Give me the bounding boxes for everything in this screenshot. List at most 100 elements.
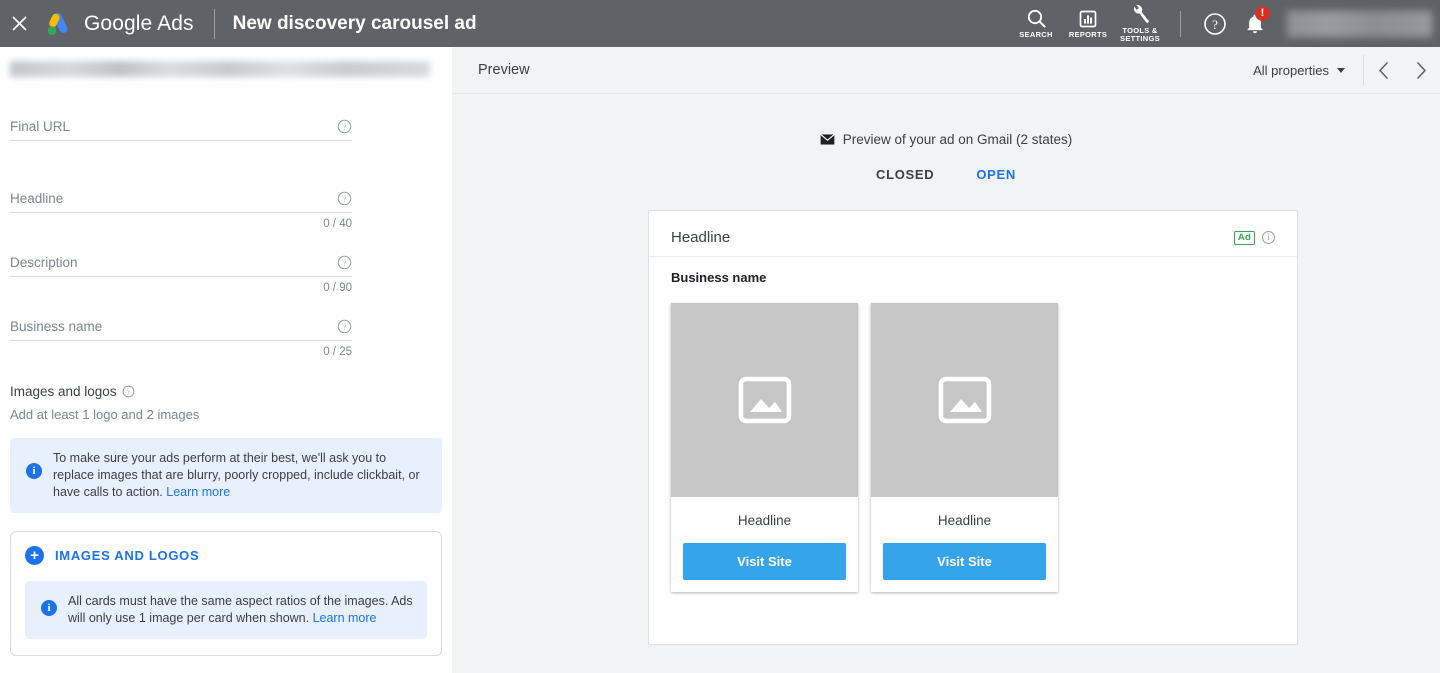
top-app-bar: Google Ads New discovery carousel ad Sea… xyxy=(0,0,1440,47)
google-ads-ad-editor: Google Ads New discovery carousel ad Sea… xyxy=(0,0,1440,673)
preview-toolbar: Preview All properties xyxy=(452,47,1440,94)
char-counter-headline: 0 / 40 xyxy=(10,218,352,230)
chevron-down-icon xyxy=(1337,68,1345,73)
carousel-card[interactable]: Headline Visit Site xyxy=(671,303,858,592)
help-question-icon[interactable]: ? xyxy=(337,191,352,206)
topbar-actions: Search Reports Tools & Settings xyxy=(1010,0,1440,47)
images-and-logos-card: + Images and logos i All cards must have… xyxy=(10,531,442,656)
svg-text:?: ? xyxy=(1212,17,1218,32)
brand-google: Google xyxy=(84,12,152,35)
search-icon xyxy=(1026,8,1047,29)
ad-badge: Ad xyxy=(1234,231,1255,245)
svg-text:?: ? xyxy=(127,389,130,396)
image-placeholder-icon xyxy=(735,370,795,430)
help-question-icon[interactable]: ? xyxy=(337,119,352,134)
aspect-ratio-notice-text: All cards must have the same aspect rati… xyxy=(68,593,415,627)
plus-circle-icon: + xyxy=(25,546,44,565)
gmail-ad-preview-card: Headline Ad i Business name Hea xyxy=(648,210,1298,645)
ad-preview-business-name: Business name xyxy=(649,257,1297,285)
carousel-card-headline: Headline xyxy=(683,513,846,528)
ad-preview-header-actions: Ad i xyxy=(1234,231,1275,245)
field-business-name[interactable]: Business name ? 0 / 25 xyxy=(10,319,352,358)
redacted-account-line xyxy=(10,61,430,77)
field-label-final-url: Final URL xyxy=(10,119,70,134)
help-button[interactable]: ? xyxy=(1195,0,1235,47)
all-properties-dropdown[interactable]: All properties xyxy=(1253,63,1363,78)
char-counter-business-name: 0 / 25 xyxy=(10,346,352,358)
field-headline[interactable]: Headline ? 0 / 40 xyxy=(10,191,352,230)
learn-more-link[interactable]: Learn more xyxy=(313,611,377,625)
reports-button[interactable]: Reports xyxy=(1062,0,1114,47)
previous-preview-button[interactable] xyxy=(1364,47,1402,94)
header-divider xyxy=(214,9,215,39)
add-images-and-logos-label: Images and logos xyxy=(55,548,199,563)
char-counter-description: 0 / 90 xyxy=(10,282,352,294)
carousel-card-cta-button[interactable]: Visit Site xyxy=(683,543,846,580)
images-and-logos-title: Images and logos xyxy=(10,384,117,399)
google-ads-logo-icon xyxy=(42,9,72,39)
svg-text:?: ? xyxy=(343,123,347,132)
info-circle-icon[interactable]: i xyxy=(1262,231,1275,244)
field-label-business-name: Business name xyxy=(10,319,102,334)
ad-form-panel: Final URL ? Headline ? 0 / 40 Descriptio… xyxy=(0,47,452,673)
preview-toolbar-actions: All properties xyxy=(1253,47,1440,94)
chevron-left-icon xyxy=(1378,62,1389,79)
search-button[interactable]: Search xyxy=(1010,0,1062,47)
preview-title: Preview xyxy=(478,62,530,78)
close-icon[interactable] xyxy=(4,0,34,47)
svg-text:?: ? xyxy=(343,259,347,268)
ad-preview-header: Headline Ad i xyxy=(649,211,1297,257)
gmail-preview-note-text: Preview of your ad on Gmail (2 states) xyxy=(843,132,1073,147)
tools-settings-button[interactable]: Tools & Settings xyxy=(1114,0,1166,47)
carousel-card[interactable]: Headline Visit Site xyxy=(871,303,1058,592)
add-images-and-logos-button[interactable]: + Images and logos xyxy=(25,546,427,565)
chevron-right-icon xyxy=(1416,62,1427,79)
ad-carousel: Headline Visit Site Headline Visit Site xyxy=(649,285,1297,592)
search-label: Search xyxy=(1019,31,1052,39)
page-title: New discovery carousel ad xyxy=(233,13,477,35)
field-label-description: Description xyxy=(10,255,78,270)
field-label-headline: Headline xyxy=(10,191,63,206)
notification-badge: ! xyxy=(1255,6,1270,21)
svg-text:?: ? xyxy=(343,195,347,204)
ad-preview-headline: Headline xyxy=(671,229,730,246)
field-final-url[interactable]: Final URL ? xyxy=(10,119,352,141)
carousel-card-cta-button[interactable]: Visit Site xyxy=(883,543,1046,580)
account-avatar[interactable] xyxy=(1287,11,1432,37)
learn-more-link[interactable]: Learn more xyxy=(166,485,230,499)
next-preview-button[interactable] xyxy=(1402,47,1440,94)
all-properties-label: All properties xyxy=(1253,63,1329,78)
gmail-preview-note: Preview of your ad on Gmail (2 states) xyxy=(452,132,1440,147)
tab-state-open[interactable]: OPEN xyxy=(976,167,1016,182)
info-icon: i xyxy=(41,600,57,616)
info-icon: i xyxy=(26,463,42,479)
preview-panel: Preview All properties Preview xyxy=(452,47,1440,673)
help-question-icon: ? xyxy=(1203,12,1227,36)
reports-label: Reports xyxy=(1069,31,1107,39)
images-and-logos-subtitle: Add at least 1 logo and 2 images xyxy=(10,407,452,422)
images-and-logos-heading: Images and logos ? xyxy=(10,384,452,399)
help-question-icon[interactable]: ? xyxy=(337,319,352,334)
envelope-icon xyxy=(820,134,835,145)
brand-ads: Ads xyxy=(157,12,194,35)
help-question-icon[interactable]: ? xyxy=(337,255,352,270)
reports-bar-chart-icon xyxy=(1078,9,1098,29)
image-placeholder-icon xyxy=(935,370,995,430)
tab-state-closed[interactable]: CLOSED xyxy=(876,167,934,182)
carousel-card-headline: Headline xyxy=(883,513,1046,528)
carousel-card-image xyxy=(871,303,1058,497)
preview-state-tabs: CLOSED OPEN xyxy=(452,167,1440,182)
wrench-tools-icon xyxy=(1130,4,1151,25)
notifications-button[interactable]: ! xyxy=(1235,0,1275,47)
tools-settings-label: Tools & Settings xyxy=(1114,27,1166,43)
notice-body: To make sure your ads perform at their b… xyxy=(53,451,420,499)
carousel-card-image xyxy=(671,303,858,497)
carousel-card-body: Headline Visit Site xyxy=(871,497,1058,592)
image-quality-notice: i To make sure your ads perform at their… xyxy=(10,438,442,513)
svg-text:?: ? xyxy=(343,323,347,332)
aspect-ratio-notice: i All cards must have the same aspect ra… xyxy=(25,581,427,639)
topbar-divider xyxy=(1180,11,1181,37)
field-description[interactable]: Description ? 0 / 90 xyxy=(10,255,352,294)
image-quality-notice-text: To make sure your ads perform at their b… xyxy=(53,450,430,501)
help-question-icon[interactable]: ? xyxy=(122,385,135,398)
